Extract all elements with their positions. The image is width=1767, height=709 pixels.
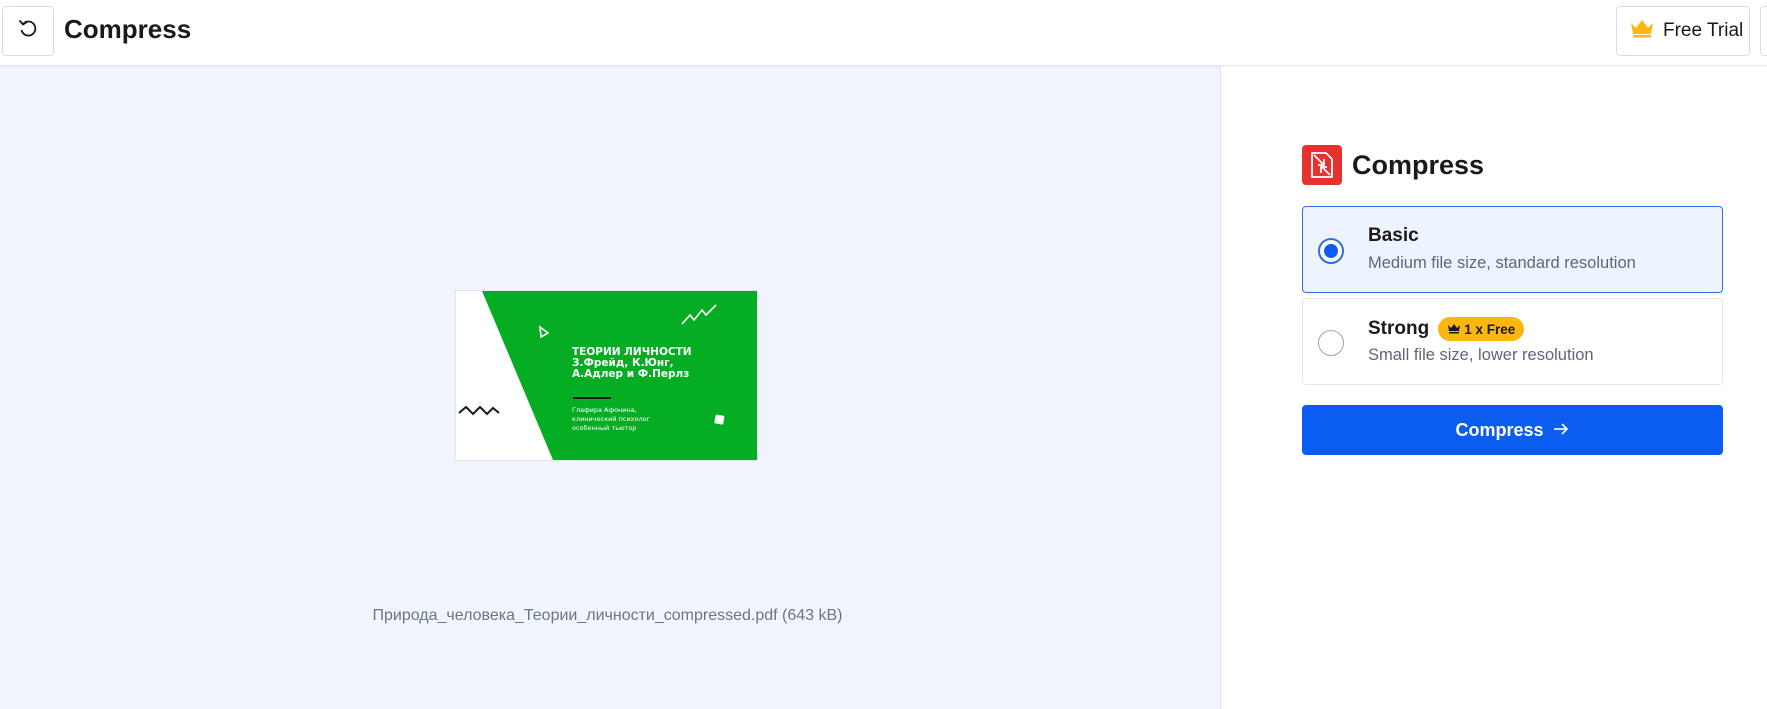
free-trial-label: Free Trial	[1663, 20, 1744, 41]
undo-button[interactable]	[2, 6, 54, 56]
app-header: Compress Free Trial	[0, 0, 1767, 66]
pdf-thumbnail[interactable]: ТЕОРИИ ЛИЧНОСТИ З.Фрейд, К.Юнг, А.Адлер …	[456, 291, 757, 460]
panel-header: Compress	[1302, 145, 1484, 185]
strong-radio[interactable]	[1318, 330, 1344, 356]
option-strong-description: Small file size, lower resolution	[1368, 346, 1594, 364]
option-strong[interactable]: Strong 1 x Free Small file size, lower r…	[1302, 298, 1723, 385]
undo-icon	[17, 18, 39, 45]
compress-button-label: Compress	[1455, 419, 1544, 440]
compress-button[interactable]: Compress	[1302, 405, 1723, 455]
arrow-right-icon	[1552, 420, 1570, 441]
option-basic-description: Medium file size, standard resolution	[1368, 254, 1636, 272]
file-name-caption: Природа_человека_Теории_личности_compres…	[372, 607, 843, 624]
preview-area: ТЕОРИИ ЛИЧНОСТИ З.Фрейд, К.Юнг, А.Адлер …	[0, 66, 1221, 709]
option-strong-label: Strong 1 x Free	[1368, 317, 1525, 341]
thumbnail-title: ТЕОРИИ ЛИЧНОСТИ З.Фрейд, К.Юнг, А.Адлер …	[572, 346, 692, 380]
free-trial-button[interactable]: Free Trial	[1616, 6, 1750, 56]
panel-title: Compress	[1352, 149, 1485, 180]
page-title: Compress	[64, 14, 192, 44]
options-panel: Compress Basic Medium file size, standar…	[1222, 66, 1767, 709]
option-basic-label: Basic	[1368, 225, 1419, 246]
crown-icon	[1629, 18, 1655, 44]
premium-badge: 1 x Free	[1438, 317, 1525, 341]
crown-icon	[1447, 322, 1461, 337]
basic-radio[interactable]	[1318, 238, 1344, 264]
compress-icon	[1302, 145, 1342, 185]
thumbnail-subtitle: Глафира Афонина, клинический психолог ос…	[572, 406, 651, 432]
header-menu-button[interactable]	[1760, 6, 1767, 56]
option-basic[interactable]: Basic Medium file size, standard resolut…	[1302, 206, 1723, 293]
